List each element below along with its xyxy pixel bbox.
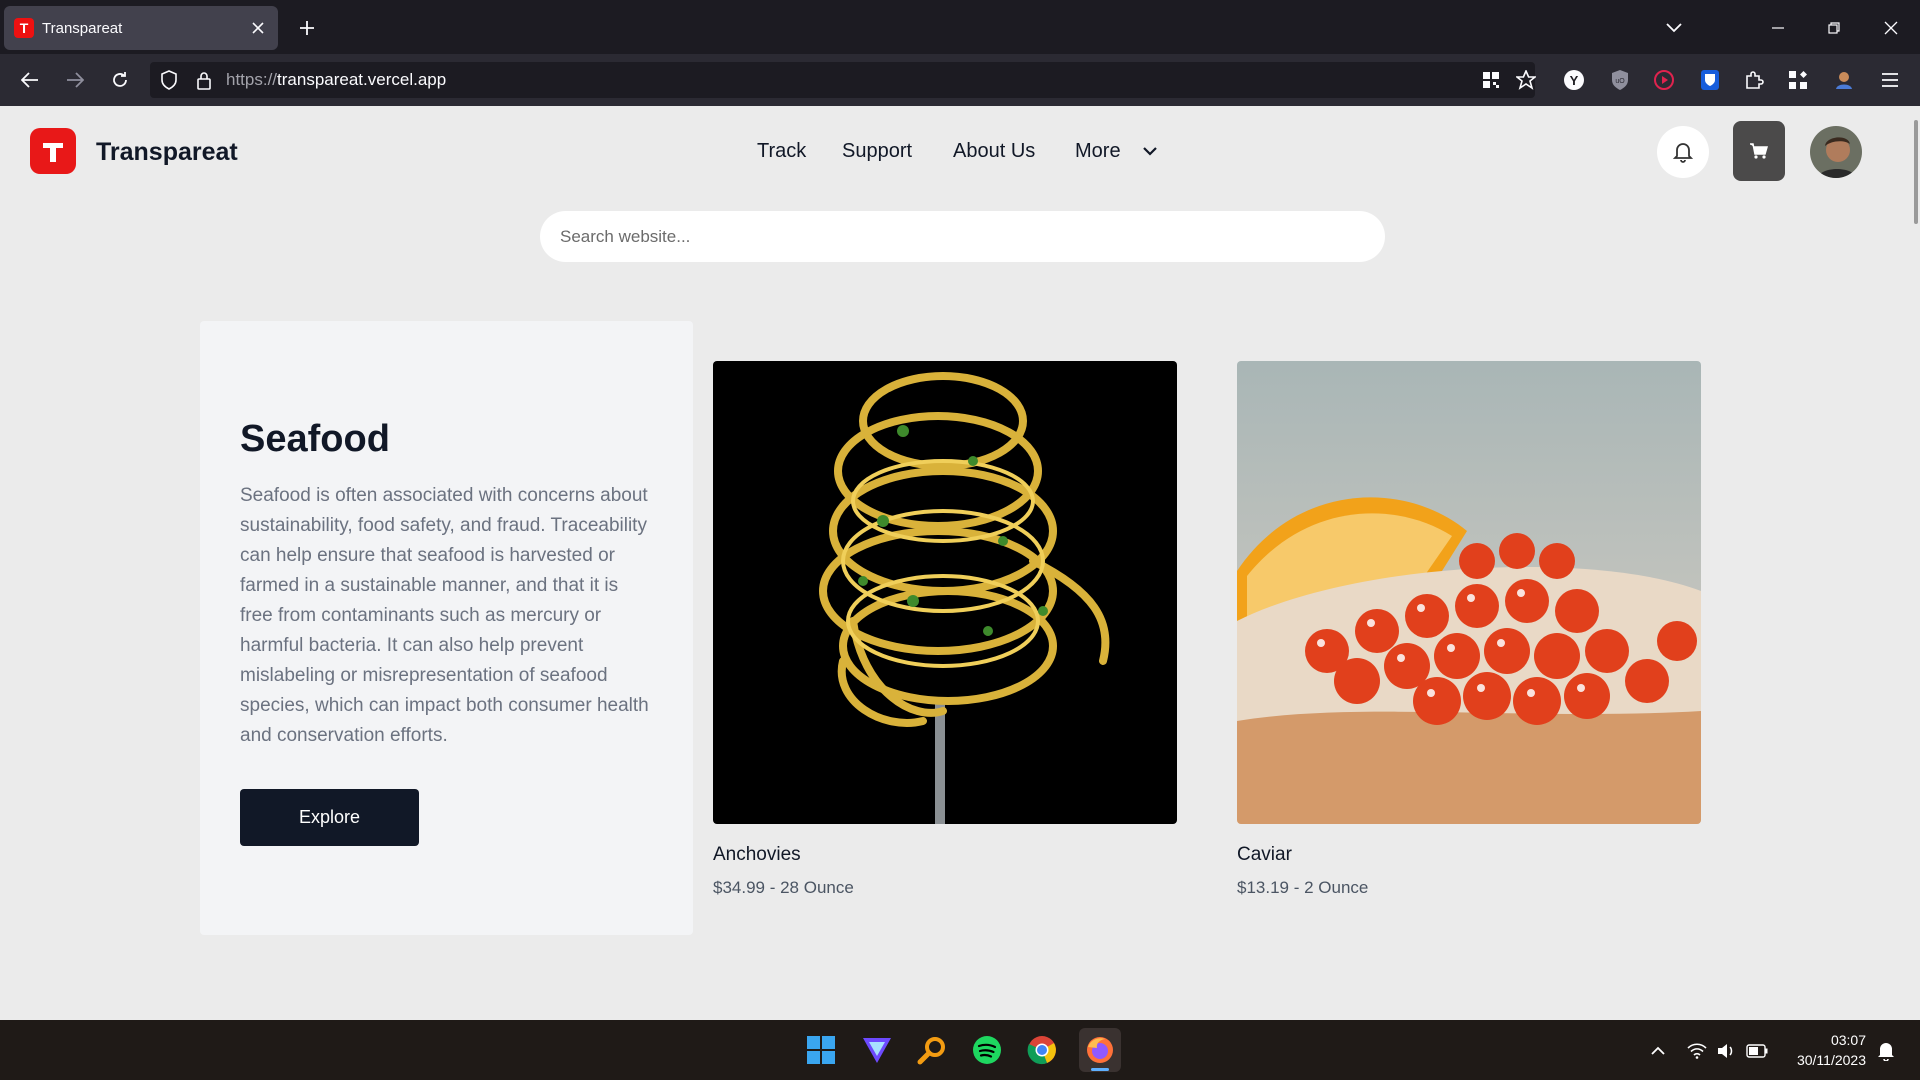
product-image-caviar[interactable]: [1237, 361, 1701, 824]
product-card[interactable]: Anchovies $34.99 - 28 Ounce: [713, 361, 1177, 898]
tab-list-chevron-icon[interactable]: [1660, 14, 1688, 42]
restore-icon[interactable]: [1820, 14, 1848, 42]
product-price: $13.19 - 2 Ounce: [1237, 878, 1369, 897]
svg-text:Y: Y: [1570, 73, 1579, 88]
bookmark-star-icon[interactable]: [1512, 66, 1540, 94]
cart-button[interactable]: [1733, 121, 1785, 181]
spotify-icon[interactable]: [969, 1032, 1005, 1068]
lock-icon[interactable]: [196, 70, 212, 90]
notification-bell-icon[interactable]: [1875, 1040, 1897, 1062]
volume-icon[interactable]: [1715, 1040, 1737, 1062]
yomitan-extension-icon[interactable]: Y: [1560, 66, 1588, 94]
qr-code-icon[interactable]: [1477, 66, 1505, 94]
hamburger-menu-icon[interactable]: [1876, 66, 1904, 94]
product-name[interactable]: Anchovies: [713, 844, 1177, 866]
product-card[interactable]: Caviar $13.19 - 2 Ounce: [1237, 361, 1701, 898]
forward-icon[interactable]: [61, 66, 89, 94]
notifications-button[interactable]: [1657, 126, 1709, 178]
close-tab-icon[interactable]: [248, 18, 268, 38]
product-image-anchovies[interactable]: [713, 361, 1177, 824]
window-close-icon[interactable]: [1877, 14, 1905, 42]
windows-start-icon[interactable]: [803, 1032, 839, 1068]
browser-tab[interactable]: T Transpareat: [4, 6, 278, 50]
clock-time: 03:07: [1830, 1032, 1866, 1048]
bitwarden-icon[interactable]: [1696, 66, 1724, 94]
favicon-icon: T: [14, 18, 34, 38]
active-app-indicator: [1091, 1068, 1109, 1071]
minimize-icon[interactable]: [1764, 14, 1792, 42]
profile-extension-icon[interactable]: [1830, 66, 1858, 94]
system-clock[interactable]: 03:07 30/11/2023: [1786, 1030, 1866, 1070]
user-avatar[interactable]: [1810, 126, 1862, 178]
browser-tab-bar: T Transpareat: [0, 0, 1920, 54]
url-bar[interactable]: https://transpareat.vercel.app: [150, 62, 1535, 98]
category-title: Seafood: [240, 418, 390, 460]
nav-about-us[interactable]: About Us: [953, 140, 1035, 163]
new-tab-icon[interactable]: [293, 14, 321, 42]
brand-name[interactable]: Transpareat: [96, 138, 238, 167]
nav-track[interactable]: Track: [757, 140, 806, 163]
url-host: transpareat.vercel.app: [277, 70, 447, 89]
battery-icon[interactable]: [1746, 1040, 1768, 1062]
cart-icon: [1749, 142, 1769, 160]
bell-icon: [1673, 141, 1693, 163]
os-taskbar: 03:07 30/11/2023: [0, 1020, 1920, 1080]
chevron-up-icon[interactable]: [1647, 1040, 1669, 1062]
search-app-icon[interactable]: [914, 1032, 950, 1068]
category-description: Seafood is often associated with concern…: [240, 485, 649, 746]
chrome-icon[interactable]: [1024, 1032, 1060, 1068]
reload-icon[interactable]: [106, 66, 134, 94]
product-name[interactable]: Caviar: [1237, 844, 1701, 866]
extensions-puzzle-icon[interactable]: [1740, 66, 1768, 94]
firefox-icon[interactable]: [1079, 1028, 1121, 1072]
ublock-origin-icon[interactable]: uO: [1606, 66, 1634, 94]
nav-support[interactable]: Support: [842, 140, 912, 163]
apps-grid-icon[interactable]: [1784, 66, 1812, 94]
back-icon[interactable]: [16, 66, 44, 94]
proton-vpn-icon[interactable]: [859, 1032, 895, 1068]
category-card: Seafood Seafood is often associated with…: [200, 321, 693, 935]
product-price: $34.99 - 28 Ounce: [713, 878, 854, 897]
search-input[interactable]: [540, 211, 1385, 262]
svg-text:uO: uO: [1615, 78, 1625, 85]
nav-more[interactable]: More: [1075, 140, 1121, 163]
scrollbar[interactable]: [1914, 120, 1918, 224]
wifi-icon[interactable]: [1686, 1040, 1708, 1062]
shield-icon[interactable]: [160, 70, 178, 90]
play-extension-icon[interactable]: [1650, 66, 1678, 94]
url-protocol: https://: [226, 70, 278, 89]
web-page: T Transpareat Track Support About Us Mor…: [0, 106, 1920, 1020]
chevron-down-icon[interactable]: [1143, 146, 1157, 156]
site-logo[interactable]: T: [30, 128, 76, 174]
clock-date: 30/11/2023: [1796, 1052, 1866, 1068]
tab-title: Transpareat: [42, 19, 123, 37]
browser-toolbar: https://transpareat.vercel.app Y uO: [0, 54, 1920, 106]
explore-button[interactable]: Explore: [240, 789, 419, 846]
